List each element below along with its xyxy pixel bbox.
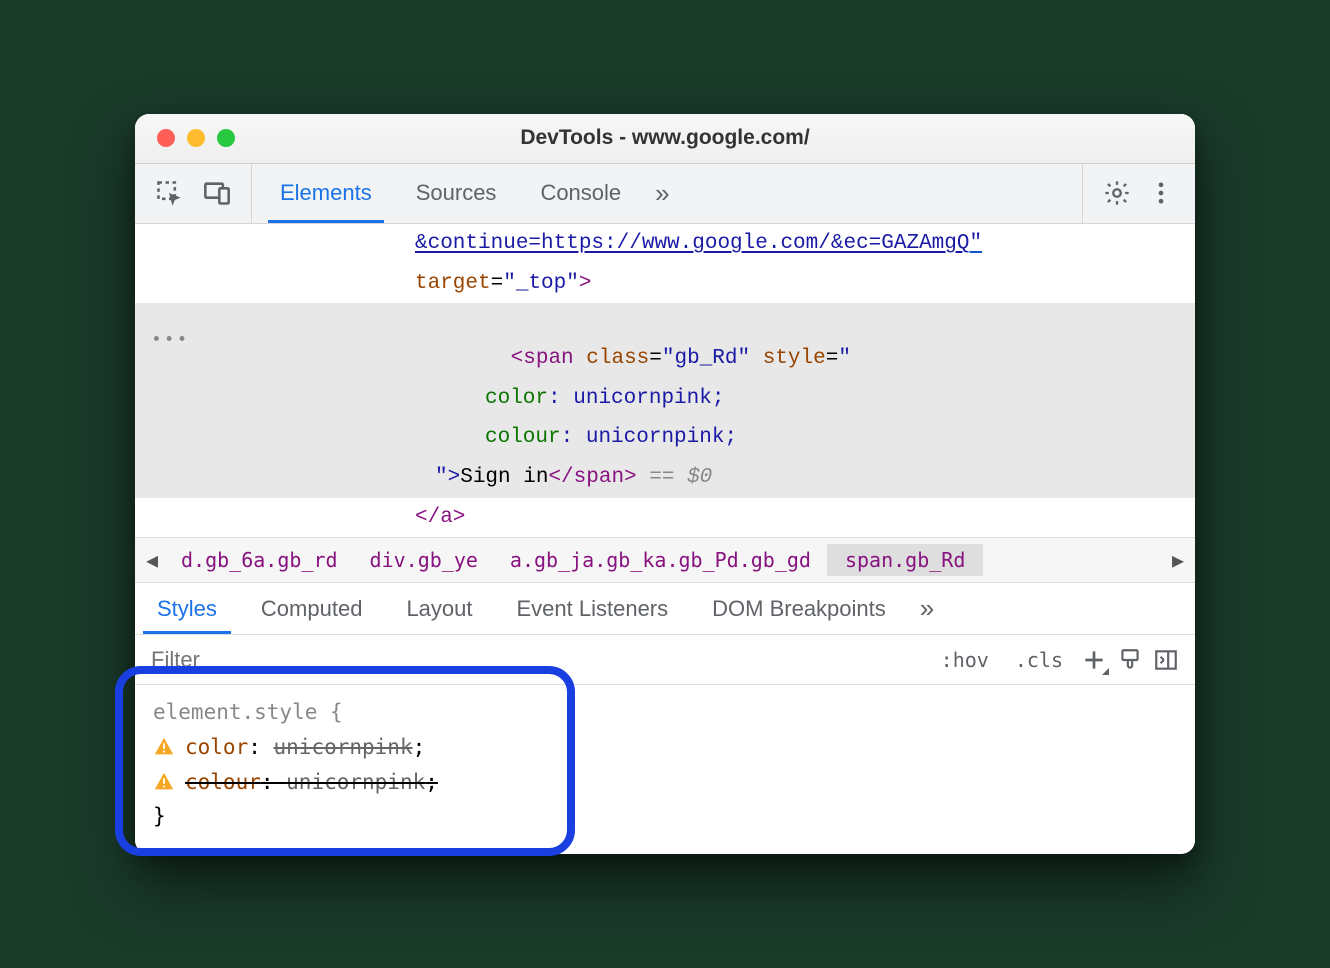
styles-pane-tabs: Styles Computed Layout Event Listeners D… [135,583,1195,635]
zoom-window-button[interactable] [217,129,235,147]
warning-icon [153,736,175,758]
dom-link-url[interactable]: &continue=https://www.google.com/&ec=GAZ… [135,224,1195,264]
breadcrumb-item-2[interactable]: a.gb_ja.gb_ka.gb_Pd.gb_gd [494,548,827,572]
element-style-selector[interactable]: element.style { [153,695,1177,730]
subtab-layout[interactable]: Layout [384,583,494,634]
dom-close-a[interactable]: </a> [135,498,1195,538]
subtab-styles[interactable]: Styles [135,583,239,634]
dom-style-line1[interactable]: color: unicornpink; [135,379,1195,419]
rule-close-brace: } [153,799,1177,834]
more-tabs-icon[interactable]: » [643,178,681,209]
new-style-rule-button[interactable] [1081,647,1107,673]
traffic-lights [135,129,235,147]
tab-console[interactable]: Console [518,164,643,223]
inspect-element-icon[interactable] [155,179,183,207]
breadcrumb-item-0[interactable]: d.gb_6a.gb_rd [165,548,354,572]
minimize-window-button[interactable] [187,129,205,147]
ellipsis-icon[interactable]: ••• [151,326,189,357]
toggle-sidebar-icon[interactable] [1153,647,1179,673]
device-toggle-icon[interactable] [203,179,231,207]
dom-breadcrumb: ◀ d.gb_6a.gb_rd div.gb_ye a.gb_ja.gb_ka.… [135,537,1195,583]
hov-toggle[interactable]: :hov [933,644,997,676]
prop-val-1: unicornpink [274,735,413,759]
styles-toolbar: :hov .cls [135,635,1195,685]
style-rule-2[interactable]: colour: unicornpink; [153,765,1177,800]
dom-style-line2[interactable]: colour: unicornpink; [135,418,1195,458]
paint-brush-icon[interactable] [1117,647,1143,673]
tab-elements[interactable]: Elements [258,164,394,223]
dom-span-close[interactable]: ">Sign in</span> == $0 [135,458,1195,498]
main-toolbar: Elements Sources Console » [135,164,1195,224]
devtools-window: DevTools - www.google.com/ Elements Sour… [135,114,1195,854]
breadcrumb-item-1[interactable]: div.gb_ye [354,548,494,572]
breadcrumb-left-icon[interactable]: ◀ [139,548,165,572]
subtab-dom-breakpoints[interactable]: DOM Breakpoints [690,583,908,634]
tab-sources[interactable]: Sources [394,164,519,223]
prop-val-2: unicornpink [286,770,425,794]
breadcrumb-item-3[interactable]: span.gb_Rd [827,544,983,576]
dom-span-open[interactable]: •••<span class="gb_Rd" style=" [135,303,1195,378]
cls-toggle[interactable]: .cls [1007,644,1071,676]
dom-tree[interactable]: &continue=https://www.google.com/&ec=GAZ… [135,224,1195,538]
main-tabs: Elements Sources Console » [252,164,1082,223]
prop-name-2: colour [185,770,261,794]
breadcrumb-right-icon[interactable]: ▶ [1165,548,1191,572]
prop-name-1: color [185,735,248,759]
styles-rules[interactable]: element.style { color: unicornpink; colo… [135,685,1195,854]
style-rule-1[interactable]: color: unicornpink; [153,730,1177,765]
more-subtabs-icon[interactable]: » [908,583,946,634]
close-window-button[interactable] [157,129,175,147]
dom-attr-target[interactable]: target="_top"> [135,264,1195,304]
styles-filter-input[interactable] [135,647,917,673]
kebab-menu-icon[interactable] [1147,179,1175,207]
titlebar: DevTools - www.google.com/ [135,114,1195,164]
window-title: DevTools - www.google.com/ [135,126,1195,150]
warning-icon [153,771,175,793]
subtab-computed[interactable]: Computed [239,583,385,634]
settings-icon[interactable] [1103,179,1131,207]
subtab-event-listeners[interactable]: Event Listeners [495,583,691,634]
